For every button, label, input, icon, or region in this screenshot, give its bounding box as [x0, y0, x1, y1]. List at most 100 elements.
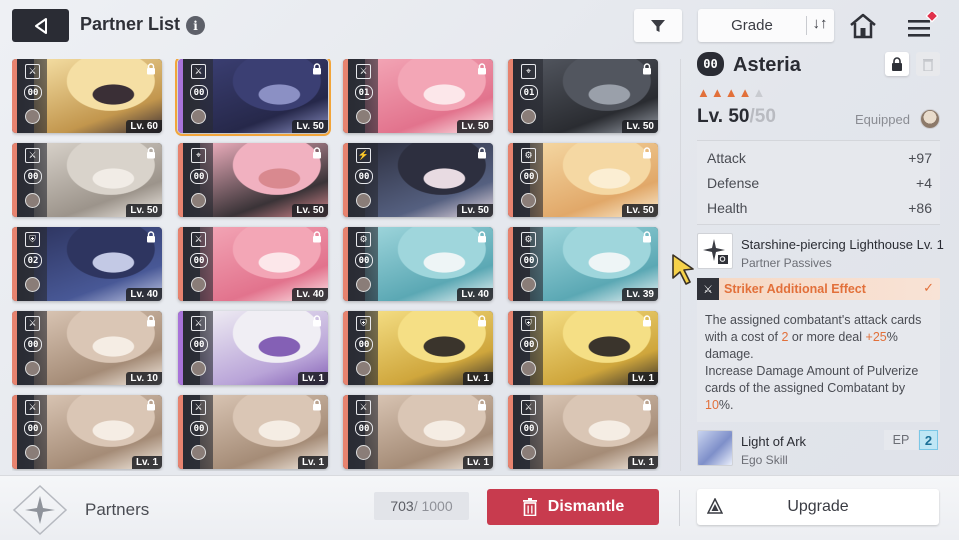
passive-skill[interactable]: Starshine-piercing Lighthouse Lv. 1 Part… [697, 233, 944, 273]
page-title: Partner List [80, 14, 181, 34]
partner-card[interactable]: ⚔ 01 Lv. 50 [343, 59, 493, 133]
class-icon: ⌖ [191, 148, 206, 163]
back-button[interactable] [12, 9, 69, 42]
partner-card[interactable]: ⚔ 00 Lv. 1 [178, 395, 328, 469]
rank-badge: 01 [520, 85, 538, 100]
partner-card[interactable]: ⛨ 02 Lv. 40 [12, 227, 162, 301]
star-filled-icon: ▲ [697, 85, 710, 100]
class-icon: ⚔ [25, 64, 40, 79]
partner-card[interactable]: ⚔ 00 Lv. 50 [175, 59, 331, 136]
passive-skill-type: Partner Passives [741, 256, 832, 270]
level-label: Lv. 1 [297, 372, 328, 385]
ep-value: 2 [919, 430, 938, 450]
partners-emblem-icon [12, 484, 68, 536]
desc-text: or more deal [788, 330, 866, 344]
sort-order-icon[interactable]: ↓↑ [808, 15, 832, 36]
partner-card[interactable]: ⚙ 00 Lv. 40 [343, 227, 493, 301]
rank-badge: 00 [190, 169, 208, 184]
ego-skill[interactable]: Light of Ark Ego Skill EP 2 [697, 430, 940, 470]
equipped-character-avatar[interactable] [920, 109, 940, 129]
ep-label: EP [884, 430, 918, 450]
dismantle-label: Dismantle [547, 498, 625, 515]
sort-grade-button[interactable]: Grade ↓↑ [698, 9, 834, 42]
dismantle-button[interactable]: Dismantle [487, 489, 659, 525]
partner-card[interactable]: ⚔ 00 Lv. 60 [12, 59, 162, 133]
partner-card[interactable]: ⚙ 00 Lv. 39 [508, 227, 658, 301]
trash-icon [522, 498, 537, 516]
equipped-avatar [356, 193, 371, 208]
trash-icon [923, 59, 933, 71]
lock-icon [313, 315, 321, 327]
lock-icon [147, 63, 155, 75]
lock-icon [478, 147, 486, 159]
partner-card[interactable]: ⚔ 00 Lv. 40 [178, 227, 328, 301]
lock-icon [478, 399, 486, 411]
lock-icon [313, 231, 321, 243]
equipped-avatar [191, 193, 206, 208]
partner-card[interactable]: ⌖ 01 Lv. 50 [508, 59, 658, 133]
level-label: Lv. 50 [622, 120, 658, 133]
striker-class-icon: ⚔ [697, 278, 719, 300]
partner-card[interactable]: ⚔ 00 Lv. 10 [12, 311, 162, 385]
stat-value: +4 [916, 175, 932, 191]
partner-card[interactable]: ⚔ 00 Lv. 1 [178, 311, 328, 385]
bottom-divider [679, 490, 680, 526]
level-label: Lv. 40 [292, 288, 328, 301]
partner-card[interactable]: ⚔ 00 Lv. 50 [12, 143, 162, 217]
lock-icon [147, 147, 155, 159]
partner-card[interactable]: ⛨ 00 Lv. 1 [343, 311, 493, 385]
partner-card[interactable]: ⚔ 00 Lv. 1 [343, 395, 493, 469]
lock-icon [643, 231, 651, 243]
class-icon: ⚙ [521, 148, 536, 163]
lock-icon [147, 399, 155, 411]
partner-card[interactable]: ⚙ 00 Lv. 50 [508, 143, 658, 217]
partner-card[interactable]: ⛨ 00 Lv. 1 [508, 311, 658, 385]
lock-icon [478, 63, 486, 75]
lock-icon [643, 315, 651, 327]
effect-description: The assigned combatant's attack cards wi… [697, 300, 940, 422]
info-icon[interactable]: i [186, 16, 205, 35]
equipped-avatar [25, 193, 40, 208]
level-label: Lv. 50 [292, 204, 328, 217]
star-filled-icon: ▲ [724, 85, 738, 100]
lock-icon [643, 399, 651, 411]
class-icon: ⛨ [25, 232, 40, 247]
level-label: Lv. 60 [126, 120, 162, 133]
level-label: Lv. 50 [126, 204, 162, 217]
partners-label: Partners [85, 500, 150, 519]
level-label: Lv. 1 [462, 372, 493, 385]
rank-badge: 00 [355, 169, 373, 184]
equipped-avatar [191, 361, 206, 376]
additional-effect-bar[interactable]: ⚔ Striker Additional Effect ✓ [697, 278, 940, 300]
stat-row-attack: Attack +97 [707, 150, 932, 166]
trash-button[interactable] [916, 52, 940, 76]
equipped-avatar [191, 277, 206, 292]
class-icon: ⚔ [521, 400, 536, 415]
partner-card[interactable]: ⚡ 00 Lv. 50 [343, 143, 493, 217]
partner-card[interactable]: ⌖ 00 Lv. 50 [178, 143, 328, 217]
lock-icon [147, 315, 155, 327]
partner-card[interactable]: ⚔ 00 Lv. 1 [508, 395, 658, 469]
stat-label: Defense [707, 175, 760, 191]
lock-icon [478, 231, 486, 243]
lock-button[interactable] [885, 52, 909, 76]
filter-button[interactable] [634, 9, 682, 42]
upgrade-button[interactable]: Upgrade [697, 489, 939, 525]
class-icon: ⚔ [191, 316, 206, 331]
equipped-avatar [521, 109, 536, 124]
rank-badge: 02 [24, 253, 42, 268]
equipped-avatar [25, 277, 40, 292]
lock-icon [147, 231, 155, 243]
partner-name: Asteria [733, 54, 801, 76]
equipped-avatar [356, 109, 371, 124]
home-icon[interactable] [848, 11, 878, 41]
lock-icon [892, 57, 902, 71]
additional-effect-label: Striker Additional Effect [724, 282, 866, 296]
detail-rank-badge: 00 [697, 52, 724, 76]
class-icon: ⚔ [356, 64, 371, 79]
partner-card[interactable]: ⚔ 00 Lv. 1 [12, 395, 162, 469]
desc-highlight: 10 [705, 398, 719, 412]
equipped-avatar [191, 445, 206, 460]
equipped-avatar [521, 277, 536, 292]
menu-icon[interactable] [906, 12, 938, 40]
